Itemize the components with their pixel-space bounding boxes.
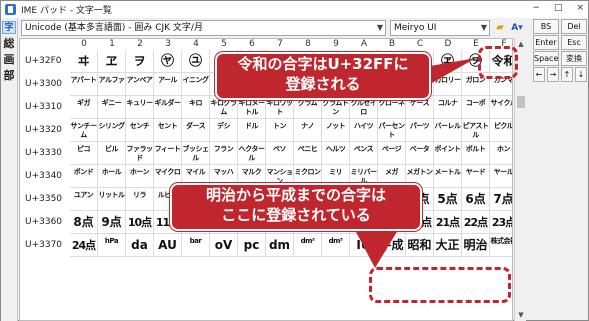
callout-pointers <box>355 58 476 268</box>
eras-callout: 明治から平成までの合字は ここに登録されている <box>170 183 422 231</box>
reiwa-callout: 令和の合字はU+32FFに 登録される <box>215 52 431 100</box>
eras-callout-pointer <box>355 230 398 268</box>
eras-callout-line2: ここに登録されている <box>221 206 371 224</box>
eras-callout-line1: 明治から平成までの合字は <box>205 186 386 204</box>
reiwa-callout-line2: 登録される <box>285 75 361 93</box>
reiwa-callout-line1: 令和の合字はU+32FFに <box>237 55 409 73</box>
reiwa-callout-pointer <box>430 58 476 84</box>
